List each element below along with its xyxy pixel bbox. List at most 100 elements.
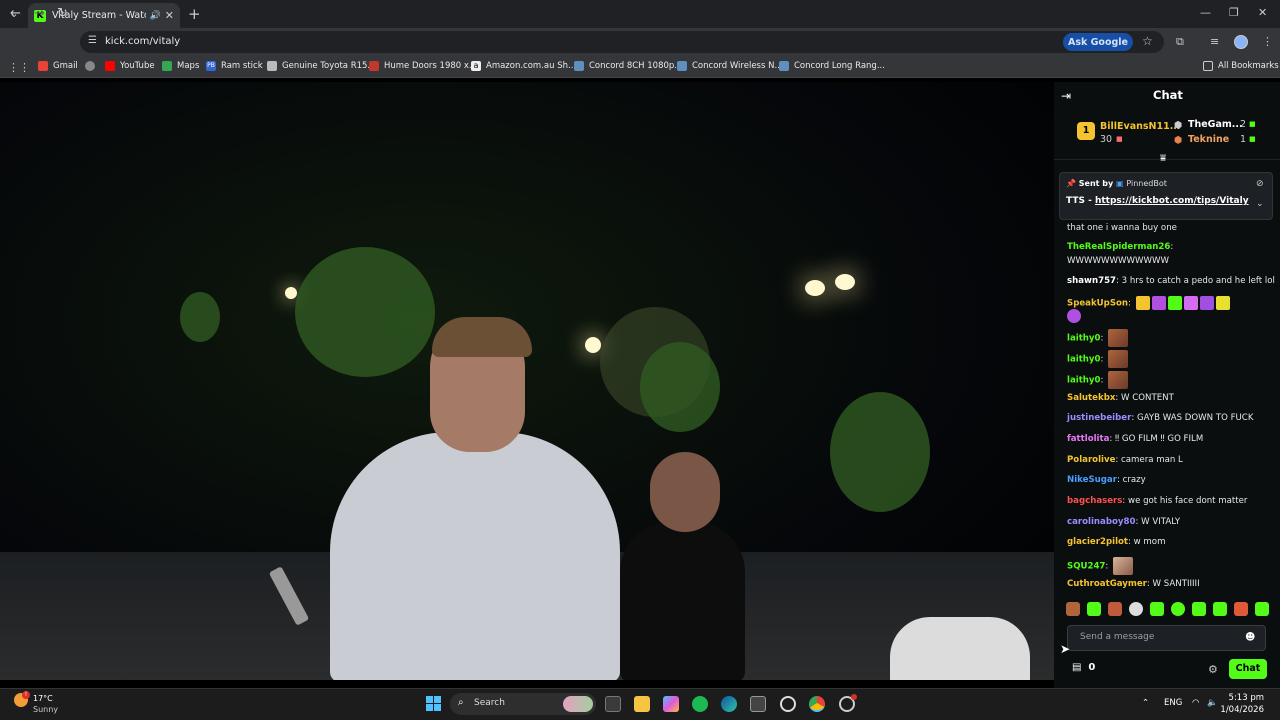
minimize-icon[interactable]: — [1200, 6, 1211, 19]
chat-username[interactable]: fattlolita [1067, 434, 1109, 444]
bot-icon: ▣ [1115, 179, 1124, 188]
bookmark-globe[interactable] [85, 61, 100, 71]
emote-icon[interactable] [1150, 602, 1164, 616]
chat-username[interactable]: NikeSugar [1067, 475, 1117, 485]
chevron-down-icon[interactable]: ⌄ [1256, 199, 1264, 209]
emoji-picker-icon[interactable]: ☻ [1245, 632, 1255, 643]
clock-date[interactable]: 1/04/2026 [1218, 705, 1264, 715]
channel-points[interactable]: ▤ 0 [1072, 662, 1095, 673]
chat-username[interactable]: laithy0 [1067, 334, 1101, 344]
site-info-icon[interactable]: ☰ [88, 35, 97, 46]
tray-overflow-icon[interactable]: ⌃ [1142, 698, 1149, 708]
third-gifter-name[interactable]: Teknine [1188, 134, 1229, 145]
clock-time[interactable]: 5:13 pm [1224, 693, 1264, 703]
window-close-icon[interactable]: ✕ [1258, 6, 1267, 19]
emote-icon[interactable] [1192, 602, 1206, 616]
collapse-chat-icon[interactable]: ⇥ [1061, 89, 1071, 103]
chat-username[interactable]: TheRealSpiderman26 [1067, 242, 1170, 252]
gifter-badge-icon: ⬢ [1174, 120, 1183, 131]
extensions-icon[interactable]: ⧉ [1176, 35, 1184, 49]
emote-icon[interactable] [1087, 602, 1101, 616]
weather-condition: Sunny [33, 705, 59, 714]
chat-username[interactable]: SpeakUpSon [1067, 299, 1128, 309]
spotify-icon[interactable] [692, 696, 708, 712]
bookmark-ram-stick[interactable]: PB Ram stick [206, 61, 263, 71]
chat-username[interactable]: SQU247 [1067, 562, 1105, 572]
tree [180, 292, 220, 342]
chat-username[interactable]: Polarolive [1067, 455, 1115, 465]
maps-icon [162, 61, 172, 71]
edge-icon[interactable] [721, 696, 737, 712]
reading-list-icon[interactable]: ≡ [1210, 35, 1219, 48]
chat-message-continued: WWWWWWWWWWWW [1067, 256, 1169, 266]
volume-icon[interactable]: 🔈 [1207, 698, 1218, 708]
send-chat-button[interactable]: Chat [1229, 659, 1267, 679]
reload-icon[interactable]: ↻ [57, 6, 68, 21]
chrome-icon[interactable] [809, 696, 825, 712]
audio-icon[interactable]: 🔊 [150, 11, 161, 21]
bookmark-toyota[interactable]: Genuine Toyota R15... [267, 61, 376, 71]
pinned-link[interactable]: https://kickbot.com/tips/Vitaly [1095, 196, 1249, 206]
bookmark-star-icon[interactable]: ☆ [1142, 34, 1153, 48]
chat-message: NikeSugar: crazy [1067, 475, 1146, 485]
bookmark-amazon[interactable]: a Amazon.com.au Sh... [471, 61, 576, 71]
search-highlight-icon[interactable] [563, 696, 593, 712]
tab-close-icon[interactable]: ✕ [165, 9, 174, 22]
browser-tab[interactable]: K Vitaly Stream - Watch Live ... 🔊 ✕ [28, 3, 180, 28]
store-icon[interactable] [750, 696, 766, 712]
wifi-icon[interactable]: ◠ [1192, 698, 1199, 708]
chat-username[interactable]: shawn757 [1067, 276, 1116, 286]
task-view-icon[interactable] [605, 696, 621, 712]
bookmark-maps[interactable]: Maps [162, 61, 199, 71]
settings-icon[interactable] [780, 696, 796, 712]
bookmark-concord-8ch[interactable]: Concord 8CH 1080p... [574, 61, 682, 71]
chat-username[interactable]: Salutekbx [1067, 393, 1115, 403]
language-indicator[interactable]: ENG [1164, 698, 1182, 708]
man-black-shirt [620, 522, 745, 680]
chat-username[interactable]: glacier2pilot [1067, 537, 1128, 547]
profile-avatar[interactable] [1234, 35, 1248, 49]
top-gifter-count: 30 [1100, 134, 1113, 145]
second-gifter-name[interactable]: TheGam... [1188, 119, 1243, 130]
divider [1054, 159, 1280, 160]
copilot-icon[interactable] [663, 696, 679, 712]
bookmark-concord-wireless[interactable]: Concord Wireless N... [677, 61, 783, 71]
chat-username[interactable]: justinebeiber [1067, 413, 1131, 423]
emote-icon[interactable] [1129, 602, 1143, 616]
bookmark-concord-long[interactable]: Concord Long Rang... [779, 61, 885, 71]
emote-icon[interactable] [1108, 602, 1122, 616]
ask-google-button[interactable]: Ask Google [1063, 33, 1133, 51]
bookmark-gmail[interactable]: Gmail [38, 61, 78, 71]
bookmark-youtube[interactable]: YouTube [105, 61, 155, 71]
emote-icon [1151, 296, 1166, 310]
chat-settings-gear-icon[interactable]: ⚙ [1208, 663, 1218, 676]
emote-icon[interactable] [1066, 602, 1080, 616]
url-text[interactable]: kick.com/vitaly [105, 36, 180, 47]
leaderboard-toggle-icon[interactable]: ⩸ [1160, 153, 1166, 164]
chat-message: glacier2pilot: w mom [1067, 537, 1166, 547]
forward-icon[interactable]: → [34, 6, 45, 21]
emote-icon[interactable] [1171, 602, 1185, 616]
back-icon[interactable]: ← [10, 6, 21, 21]
file-explorer-icon[interactable] [634, 696, 650, 712]
video-player[interactable] [0, 82, 1054, 680]
address-bar[interactable] [80, 31, 1164, 53]
emote-icon[interactable] [1213, 602, 1227, 616]
apps-icon[interactable]: ⋮⋮ [8, 61, 30, 74]
chat-username[interactable]: laithy0 [1067, 376, 1101, 386]
restore-icon[interactable]: ❐ [1229, 6, 1239, 19]
emote-icon[interactable] [1255, 602, 1269, 616]
hide-pin-icon[interactable]: ⊘ [1256, 179, 1264, 189]
chat-username[interactable]: bagchasers [1067, 496, 1122, 506]
windows-start-icon[interactable] [426, 696, 441, 711]
new-tab-button[interactable]: + [188, 5, 201, 23]
top-gifter-name[interactable]: BillEvansN11... [1100, 121, 1181, 132]
weather-temperature[interactable]: 17°C [33, 694, 53, 703]
all-bookmarks[interactable]: All Bookmarks [1203, 61, 1279, 71]
chat-username[interactable]: CuthroatGaymer [1067, 579, 1147, 589]
chat-username[interactable]: laithy0 [1067, 355, 1101, 365]
bookmark-hume-doors[interactable]: Hume Doors 1980 x... [369, 61, 477, 71]
chat-username[interactable]: carolinaboy80 [1067, 517, 1135, 527]
emote-icon[interactable] [1234, 602, 1248, 616]
menu-icon[interactable]: ⋮ [1262, 35, 1273, 48]
